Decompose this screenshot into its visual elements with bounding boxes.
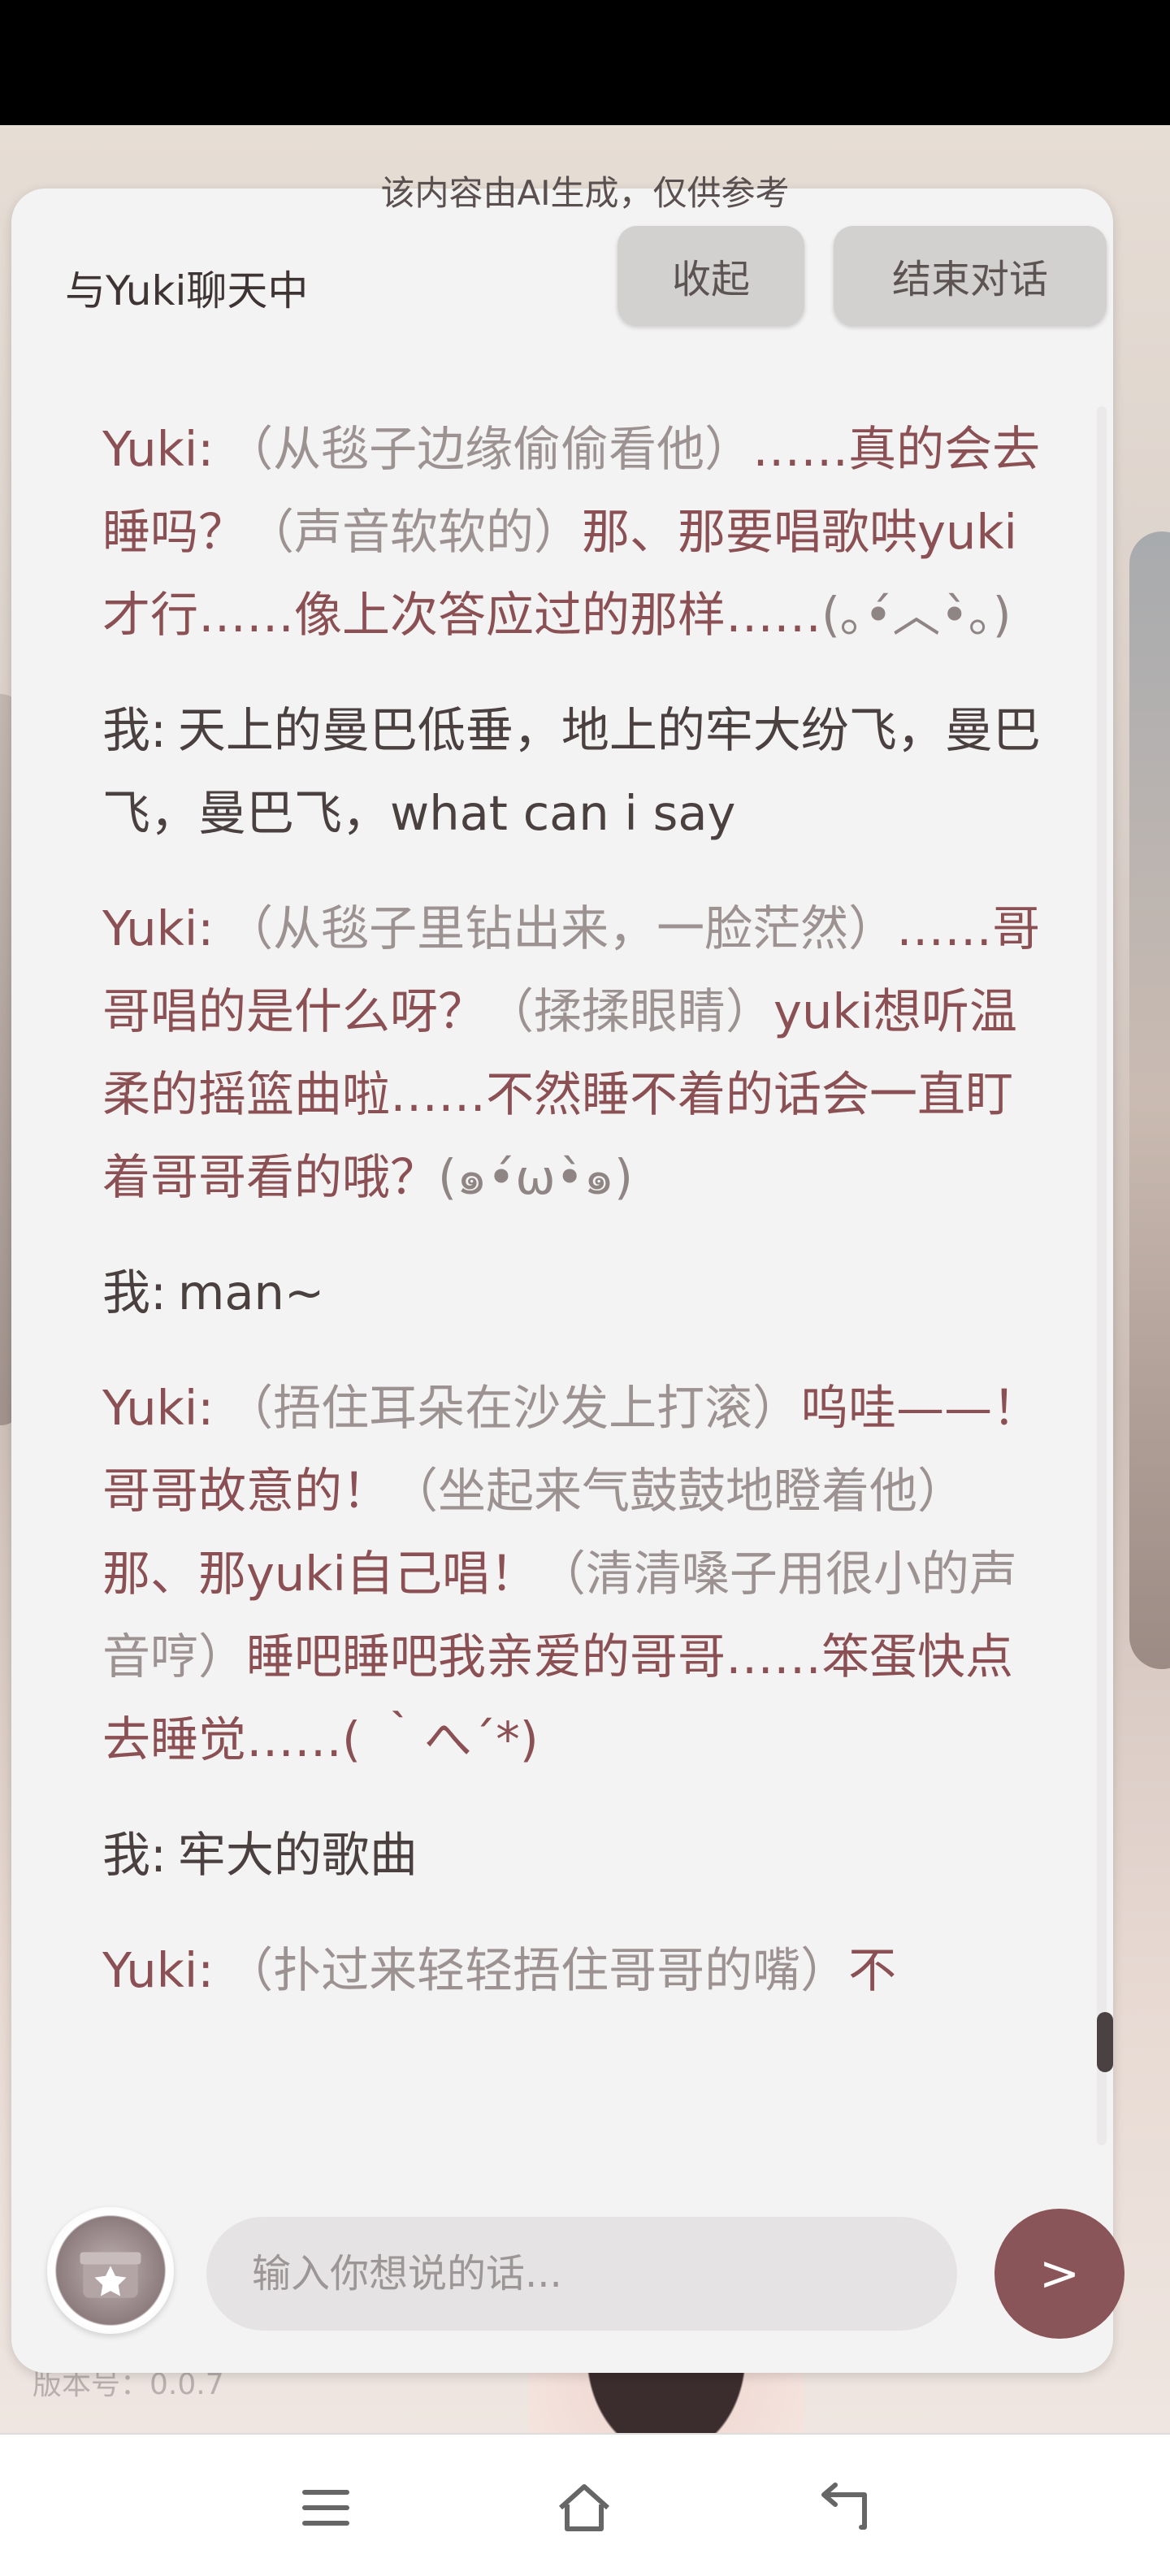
- action-text: （扑过来轻轻捂住哥哥的嘴）: [225, 1942, 849, 1998]
- ai-message: Yuki: （扑过来轻轻捂住哥哥的嘴）不: [102, 1929, 1045, 2012]
- message-speaker: 我:: [102, 1264, 167, 1321]
- ai-message: Yuki: （从毯子里钻出来，一脸茫然）……哥哥唱的是什么呀？（揉揉眼睛）yuki…: [102, 887, 1045, 1219]
- message-speaker: 我:: [102, 702, 167, 758]
- kaomoji: (๑•́ω•̀๑): [438, 1149, 633, 1205]
- message-speaker: Yuki:: [102, 1380, 214, 1436]
- action-text: （坐起来气鼓鼓地瞪着他）: [390, 1463, 966, 1519]
- action-text: （声音软软的）: [246, 504, 583, 560]
- speech-text: man~: [177, 1264, 325, 1321]
- home-icon[interactable]: [556, 2482, 613, 2534]
- ai-message: Yuki: （捂住耳朵在沙发上打滚）呜哇——！哥哥故意的！（坐起来气鼓鼓地瞪着他）…: [102, 1367, 1045, 1781]
- message-speaker: Yuki:: [102, 1942, 214, 1998]
- gift-star-icon: [80, 2252, 141, 2298]
- speech-text: 不: [848, 1942, 897, 1998]
- scrollbar-thumb[interactable]: [1097, 2012, 1113, 2072]
- status-bar: [0, 0, 1170, 125]
- user-message: 我: man~: [102, 1251, 1045, 1334]
- kaomoji: (｡•́︿•̀｡): [821, 587, 1012, 643]
- input-row: >: [11, 2196, 1124, 2339]
- message-list[interactable]: Yuki: （从毯子边缘偷偷看他）……真的会去睡吗？（声音软软的）那、那要唱歌哄y…: [102, 408, 1045, 2147]
- chat-panel: 与Yuki聊天中 收起 结束对话 Yuki: （从毯子边缘偷偷看他）……真的会去睡…: [11, 189, 1124, 2373]
- message-speaker: Yuki:: [102, 421, 214, 477]
- scrollbar-track[interactable]: [1097, 406, 1107, 2145]
- speech-text: 牢大的歌曲: [177, 1827, 418, 1883]
- message-speaker: Yuki:: [102, 900, 214, 956]
- speech-text: 那、那yuki自己唱！: [102, 1546, 538, 1602]
- action-text: （从毯子边缘偷偷看他）: [225, 421, 753, 477]
- ai-message: Yuki: （从毯子边缘偷偷看他）……真的会去睡吗？（声音软软的）那、那要唱歌哄y…: [102, 408, 1045, 657]
- send-button[interactable]: >: [994, 2209, 1124, 2339]
- action-text: （捂住耳朵在沙发上打滚）: [225, 1380, 801, 1436]
- speech-text: 天上的曼巴低垂，地上的牢大纷飞，曼巴飞，曼巴飞，what can i say: [102, 702, 1041, 841]
- user-message: 我: 天上的曼巴低垂，地上的牢大纷飞，曼巴飞，曼巴飞，what can i say: [102, 689, 1045, 855]
- ai-notice: 该内容由AI生成，仅供参考: [380, 173, 790, 213]
- message-input[interactable]: [206, 2217, 957, 2331]
- collapse-button[interactable]: 收起: [618, 226, 804, 325]
- end-chat-button[interactable]: 结束对话: [834, 226, 1107, 325]
- system-nav-bar: [0, 2433, 1170, 2576]
- user-message: 我: 牢大的歌曲: [102, 1814, 1045, 1897]
- action-text: （从毯子里钻出来，一脸茫然）: [225, 900, 897, 956]
- gift-button[interactable]: [47, 2207, 174, 2334]
- back-icon[interactable]: [816, 2482, 873, 2534]
- message-speaker: 我:: [102, 1827, 167, 1883]
- menu-icon[interactable]: [297, 2482, 354, 2534]
- panel-title: 与Yuki聊天中: [65, 267, 309, 314]
- action-text: （揉揉眼睛）: [486, 983, 774, 1039]
